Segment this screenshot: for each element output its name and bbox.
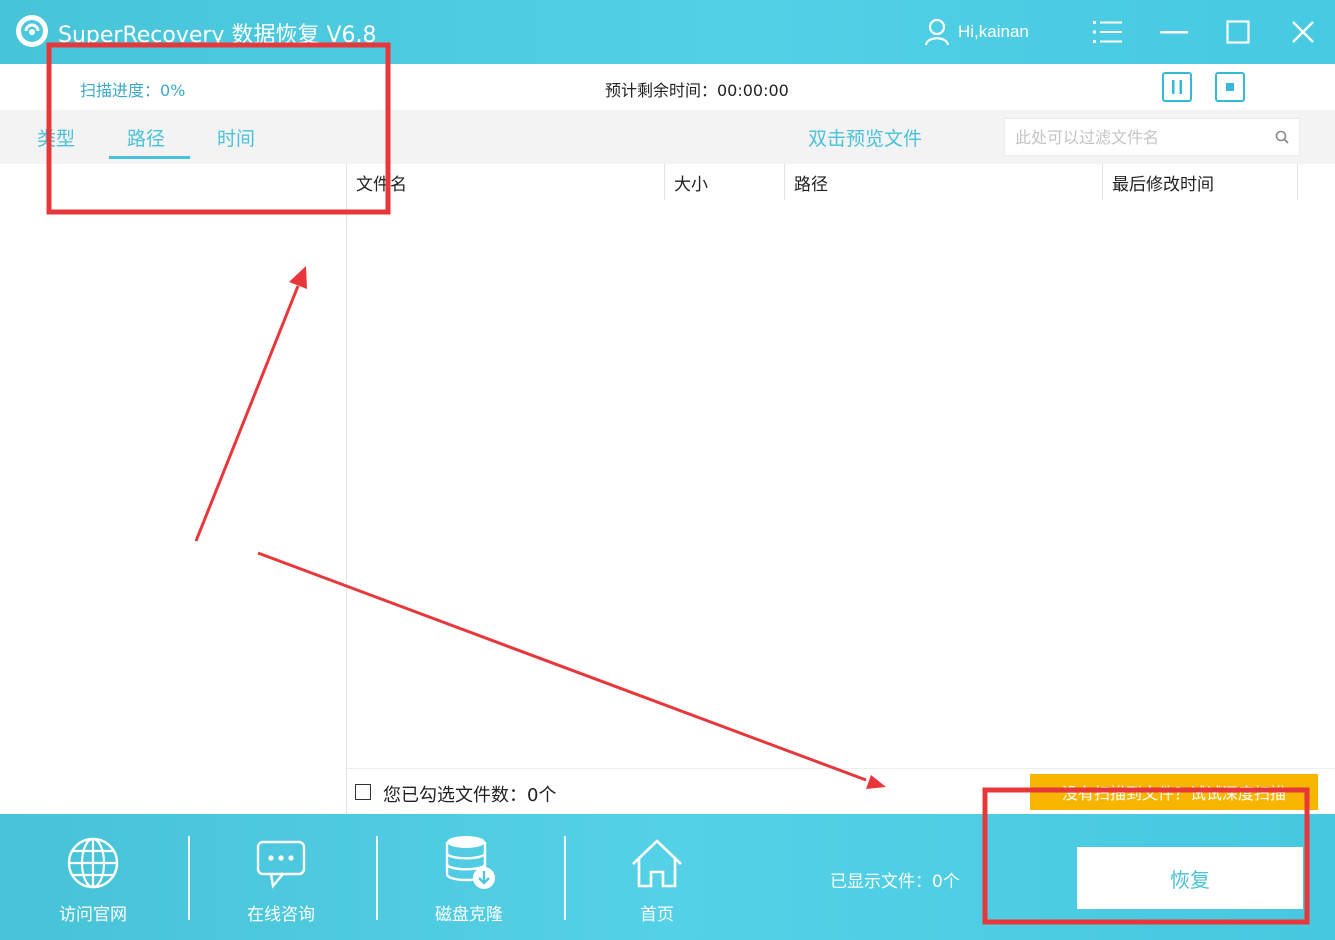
column-divider[interactable] [784, 164, 785, 200]
stop-icon [1226, 83, 1234, 91]
pause-button[interactable] [1162, 72, 1192, 102]
displayed-files-count: 已显示文件：0个 [830, 872, 960, 892]
column-header-filename[interactable]: 文件名 [356, 170, 407, 195]
column-header-size[interactable]: 大小 [674, 170, 708, 195]
filter-search-box [1004, 118, 1300, 156]
deep-scan-button[interactable]: 没有扫描到文件？试试深度扫描 [1030, 774, 1318, 810]
column-header-modified[interactable]: 最后修改时间 [1112, 170, 1214, 195]
nav-home-label: 首页 [640, 905, 674, 925]
nav-official-site[interactable]: 访问官网 [0, 814, 186, 940]
tab-time[interactable]: 时间 [217, 124, 255, 151]
maximize-icon [1226, 20, 1250, 44]
preview-hint: 双击预览文件 [808, 128, 923, 150]
column-divider[interactable] [1102, 164, 1103, 200]
user-icon [924, 18, 950, 46]
nav-disk-clone-label: 磁盘克隆 [435, 905, 503, 925]
user-account[interactable]: Hi,kainan [924, 16, 1029, 48]
maximize-button[interactable] [1220, 14, 1256, 50]
globe-icon [67, 837, 119, 889]
file-table-header: 文件名 大小 路径 最后修改时间 [347, 164, 1335, 200]
home-icon [632, 839, 682, 888]
nav-home[interactable]: 首页 [564, 814, 750, 940]
app-title: SuperRecovery 数据恢复 V6.8 [58, 23, 377, 48]
close-button[interactable] [1285, 14, 1321, 50]
minimize-icon [1160, 31, 1188, 34]
filter-input[interactable] [1005, 119, 1265, 155]
pause-icon [1172, 80, 1182, 94]
remaining-time-text: 预计剩余时间：00:00:00 [605, 81, 789, 100]
menu-icon [1093, 21, 1122, 43]
disk-clone-icon [445, 836, 495, 889]
select-all-checkbox[interactable] [355, 784, 371, 800]
scan-progress-text: 扫描进度：0% [80, 81, 186, 100]
search-icon[interactable] [1275, 130, 1289, 144]
user-name: Hi,kainan [958, 22, 1029, 41]
directory-tree-panel[interactable] [0, 164, 347, 814]
nav-online-chat[interactable]: 在线咨询 [188, 814, 374, 940]
selected-count-text: 您已勾选文件数：0个 [383, 785, 557, 806]
column-header-path[interactable]: 路径 [794, 170, 828, 195]
bottom-bar: 访问官网 在线咨询 磁盘克隆 首页 已显示文件：0个 恢复 [0, 814, 1335, 940]
stop-button[interactable] [1215, 72, 1245, 102]
tab-type[interactable]: 类型 [37, 124, 75, 151]
file-list[interactable] [347, 200, 1335, 768]
progress-row: 扫描进度：0% 预计剩余时间：00:00:00 [0, 64, 1335, 110]
nav-online-chat-label: 在线咨询 [247, 905, 315, 925]
recover-button[interactable]: 恢复 [1077, 847, 1303, 909]
tab-bar: 类型 路径 时间 双击预览文件 [0, 110, 1335, 164]
app-logo-icon [16, 15, 48, 47]
chat-icon [256, 840, 306, 889]
minimize-button[interactable] [1156, 14, 1192, 50]
nav-official-site-label: 访问官网 [59, 905, 127, 925]
title-bar: SuperRecovery 数据恢复 V6.8 Hi,kainan [0, 0, 1335, 64]
active-tab-indicator [109, 156, 190, 159]
column-divider[interactable] [1297, 164, 1298, 200]
column-divider[interactable] [664, 164, 665, 200]
menu-button[interactable] [1090, 14, 1126, 50]
close-icon [1292, 21, 1314, 43]
nav-disk-clone[interactable]: 磁盘克隆 [376, 814, 562, 940]
tab-path[interactable]: 路径 [127, 124, 165, 151]
